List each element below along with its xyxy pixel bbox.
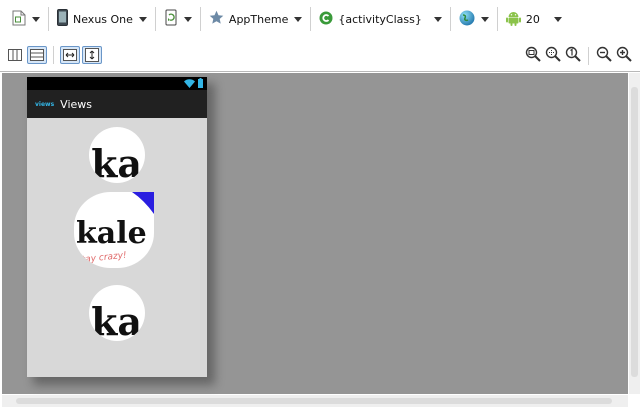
side-by-side-view-button[interactable] [5,46,25,64]
activity-class-icon [319,11,333,28]
status-bar [27,77,207,90]
layout-file-dropdown[interactable] [8,7,44,31]
toolbar-separator [53,46,54,64]
chevron-down-icon [138,16,147,22]
view-toolbar [0,42,640,68]
api-level-label: 20 [525,12,540,26]
app-logo: views [35,100,55,108]
svg-text:ka: ka [91,141,142,183]
toolbar-separator [588,46,589,65]
theme-dropdown[interactable]: AppTheme [205,7,306,31]
stacked-view-icon [30,49,44,61]
toolbar-separator [449,7,451,31]
android-icon [505,10,521,29]
chevron-down-icon [32,16,40,22]
orientation-icon [164,9,178,29]
app-title: Views [60,97,92,111]
side-by-side-icon [8,49,22,61]
globe-icon [459,10,475,29]
svg-text:Stay crazy!: Stay crazy! [76,251,128,266]
circular-image-view[interactable]: ka [89,285,145,341]
activity-dropdown[interactable]: {activityClass} [315,7,445,31]
kale-logo-image: ka [91,141,142,183]
star-icon [209,10,224,28]
device-dropdown[interactable]: Nexus One [53,7,151,31]
wifi-icon [184,79,195,88]
vertical-scrollbar-thumb[interactable] [631,87,638,377]
activity-label: {activityClass} [338,12,422,26]
fit-width-button[interactable] [60,46,80,64]
action-bar: views Views [27,90,207,118]
horizontal-arrows-icon [63,49,77,61]
zoom-to-fit-icon[interactable] [525,46,541,65]
chevron-down-icon [480,16,489,22]
device-label: Nexus One [73,12,133,26]
locale-dropdown[interactable] [455,7,493,31]
phone-icon [57,9,68,29]
kale-logo-image: kale Stay crazy! [76,192,154,266]
toolbar-separator [199,7,201,31]
chevron-down-icon [433,16,442,22]
kale-logo-image: ka [91,299,142,341]
chevron-down-icon [183,16,192,22]
config-toolbar: Nexus One AppTheme {activityClass} 20 [0,0,640,38]
zoom-out-icon[interactable] [596,46,612,65]
api-level-dropdown[interactable]: 20 [502,7,566,31]
device-preview[interactable]: views Views ka kale Stay crazy! ka [27,77,207,377]
layout-file-icon [12,10,26,29]
zoom-emulate-real-size-icon[interactable] [545,46,561,65]
theme-label: AppTheme [228,12,289,26]
toolbar-separator [48,7,49,31]
stacked-view-button[interactable] [27,46,47,64]
rounded-image-view[interactable]: kale Stay crazy! [74,192,154,268]
fit-height-button[interactable] [82,46,102,64]
vertical-arrows-icon [85,48,99,62]
toolbar-separator [496,7,498,31]
battery-icon [198,78,203,88]
zoom-controls [525,46,632,65]
chevron-down-icon [294,16,303,22]
svg-text:kale: kale [76,216,147,251]
orientation-dropdown[interactable] [160,7,196,31]
zoom-in-icon[interactable] [616,46,632,65]
circular-image-view[interactable]: ka [89,127,145,183]
toolbar-separator [154,7,156,31]
zoom-actual-size-icon[interactable] [565,46,581,65]
horizontal-scrollbar-thumb[interactable] [16,398,612,404]
canvas-divider [0,71,640,72]
chevron-down-icon [553,16,562,22]
vertical-scrollbar[interactable] [629,73,640,394]
svg-text:ka: ka [91,299,142,341]
horizontal-scrollbar[interactable] [2,395,628,407]
toolbar-separator [310,7,312,31]
